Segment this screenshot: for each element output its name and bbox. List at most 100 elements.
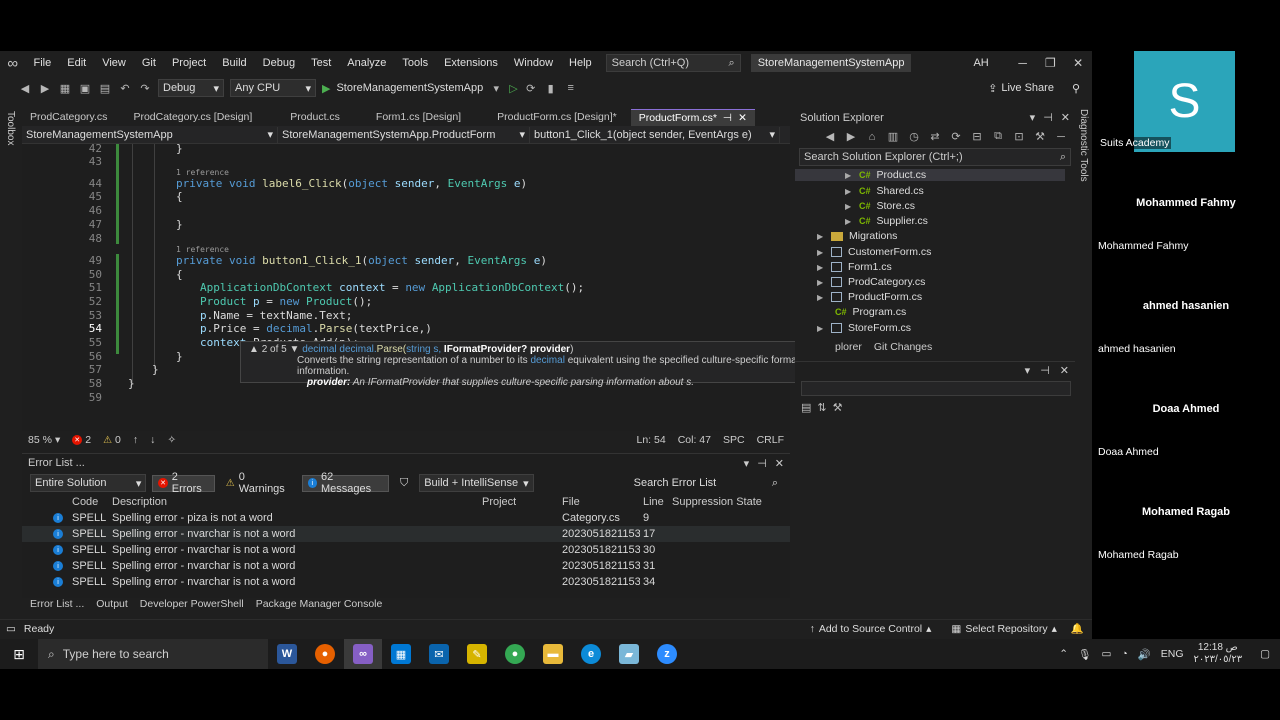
overload-down-icon[interactable]: ▼ [290,344,300,355]
windows-start-icon[interactable]: ⊞ [0,646,38,663]
whitespace-indicator[interactable]: SPC [717,434,751,446]
clock[interactable]: 12:18 ص ٢٠٢٣/٠٥/٢٣ [1194,642,1243,666]
scope-select[interactable]: Entire Solution ▾ [30,474,147,492]
column-indicator[interactable]: Col: 47 [672,434,717,446]
menu-debug[interactable]: Debug [255,51,303,75]
chevron-right-icon[interactable]: ▶ [845,202,853,211]
tab-product-cs[interactable]: Product.cs [282,109,348,126]
menu-tools[interactable]: Tools [394,51,436,75]
close-tab-icon[interactable]: ✕ [738,110,747,126]
preview-icon[interactable]: ⊡ [1012,130,1026,144]
menu-view[interactable]: View [94,51,134,75]
close-icon[interactable]: ✕ [1060,364,1069,377]
taskbar-search-input[interactable]: ⌕ Type here to search [38,639,268,669]
microphone-icon[interactable]: 🎙 [1078,648,1091,661]
zoom-level[interactable]: 85 % ▾ [22,434,66,446]
chevron-right-icon[interactable]: ▶ [845,171,853,180]
chevron-right-icon[interactable]: ▶ [817,248,825,257]
configuration-select[interactable]: Debug ▾ [158,79,224,97]
tab-solution-explorer[interactable]: plorer [835,341,862,353]
table-row[interactable]: i SPELL Spelling error - piza is not a w… [22,510,790,526]
start-icon[interactable]: ▶ [322,82,330,95]
table-row[interactable]: i SPELL Spelling error - nvarchar is not… [22,542,790,558]
chevron-down-icon[interactable]: ▾ [744,457,750,470]
network-icon[interactable]: ◔ [1121,648,1127,660]
minimize-icon[interactable]: ─ [1009,56,1037,70]
bookmark-icon[interactable]: ▮ [544,81,558,95]
undo-icon[interactable]: ↶ [118,81,132,95]
tab-package-manager-console[interactable]: Package Manager Console [256,598,383,612]
pin-icon[interactable]: ⊣ [757,457,767,470]
store-icon[interactable]: ▦ [382,639,420,669]
tree-item-program-cs[interactable]: C# Program.cs [835,306,906,318]
chevron-right-icon[interactable]: ▶ [817,324,825,333]
redo-icon[interactable]: ↷ [138,81,152,95]
codelens-reference[interactable]: 1 reference [176,168,229,177]
codelens-reference[interactable]: 1 reference [176,245,229,254]
chrome-icon[interactable]: ● [496,639,534,669]
tree-item-productform-cs[interactable]: ▶ ProductForm.cs [817,291,922,303]
comment-icon[interactable]: ≡ [564,81,578,95]
battery-icon[interactable]: ▭ [1101,648,1111,660]
build-filter-select[interactable]: Build + IntelliSense ▾ [419,474,534,492]
properties-object-select[interactable] [801,381,1071,396]
menu-file[interactable]: File [26,51,60,75]
column-code[interactable]: Code [72,496,98,508]
menu-help[interactable]: Help [561,51,600,75]
tree-item-form1-cs[interactable]: ▶ Form1.cs [817,261,892,273]
cleanup-icon[interactable]: ✧ [161,434,182,446]
refresh-icon[interactable]: ⟳ [949,130,963,144]
chevron-down-icon[interactable]: ▾ [1030,111,1036,124]
visual-studio-icon[interactable]: ∞ [344,639,382,669]
sync-icon[interactable]: ⇄ [928,130,942,144]
prev-issue-icon[interactable]: ↑ [127,434,144,446]
volume-icon[interactable]: 🔊 [1138,648,1151,661]
edge-icon[interactable]: e [572,639,610,669]
next-issue-icon[interactable]: ↓ [144,434,161,446]
menu-window[interactable]: Window [506,51,561,75]
menu-analyze[interactable]: Analyze [339,51,394,75]
column-file[interactable]: File [562,496,580,508]
tab-git-changes[interactable]: Git Changes [874,341,932,353]
line-ending-indicator[interactable]: CRLF [751,434,790,446]
alphabetical-icon[interactable]: ⇅ [817,401,826,414]
tab-prodcategory-design[interactable]: ProdCategory.cs [Design] [125,109,260,126]
close-icon[interactable]: ✕ [1061,111,1070,124]
menu-extensions[interactable]: Extensions [436,51,506,75]
close-icon[interactable]: ✕ [1064,56,1092,70]
forward-icon[interactable]: ▶ [844,130,858,144]
save-all-icon[interactable]: ▤ [98,81,112,95]
live-share-button[interactable]: ⇪ Live Share ⚲ [988,82,1080,95]
diagnostic-tools-tab[interactable]: Diagnostic Tools [1078,109,1089,182]
project-dropdown[interactable]: StoreManagementSystemApp ▾ [22,126,278,143]
save-icon[interactable]: ▣ [78,81,92,95]
chevron-right-icon[interactable]: ▶ [845,217,853,226]
run-target[interactable]: StoreManagementSystemApp [336,82,483,94]
show-all-files-icon[interactable]: ⧉ [991,130,1005,144]
tree-item-shared-cs[interactable]: ▶ C# Shared.cs [845,185,924,197]
column-description[interactable]: Description [112,496,167,508]
categorized-icon[interactable]: ▤ [801,401,811,414]
sticky-notes-icon[interactable]: ✎ [458,639,496,669]
back-icon[interactable]: ◀ [823,130,837,144]
pin-icon[interactable]: ⊣ [1043,111,1053,124]
pin-icon[interactable]: ⊣ [1040,364,1050,377]
tab-productform-cs[interactable]: ProductForm.cs* ⊣ ✕ [630,109,755,126]
history-icon[interactable]: ◷ [907,130,921,144]
pin-icon[interactable]: ⊣ [723,110,732,126]
column-line[interactable]: Line [643,496,664,508]
word-icon[interactable]: W [268,639,306,669]
restore-icon[interactable]: ❐ [1037,56,1065,70]
tree-item-migrations[interactable]: ▶ Migrations [817,230,897,242]
tree-item-prodcategory-cs[interactable]: ▶ ProdCategory.cs [817,276,925,288]
back-icon[interactable]: ◀ [18,81,32,95]
menu-project[interactable]: Project [164,51,214,75]
close-icon[interactable]: ✕ [775,457,784,470]
notifications-icon[interactable]: 🔔 [1071,622,1084,635]
new-project-icon[interactable]: ▦ [58,81,72,95]
tree-item-product-cs[interactable]: ▶ C# Product.cs [795,169,1065,181]
switch-views-icon[interactable]: ▥ [886,130,900,144]
chevron-right-icon[interactable]: ▶ [817,293,825,302]
menu-edit[interactable]: Edit [59,51,94,75]
column-project[interactable]: Project [482,496,516,508]
